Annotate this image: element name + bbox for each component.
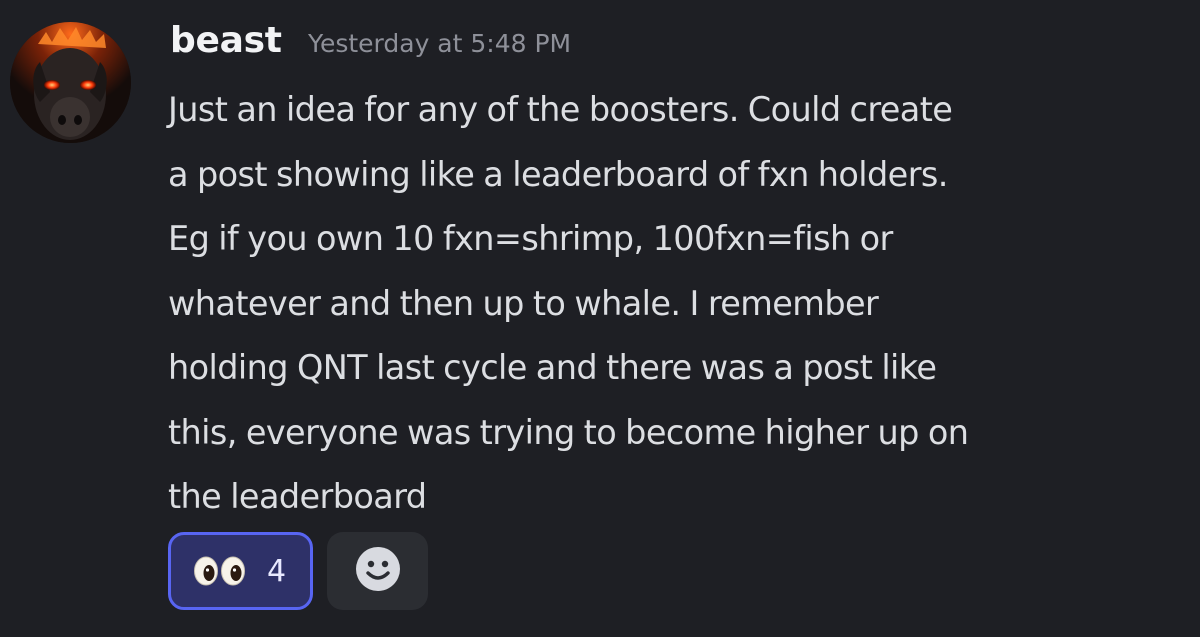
avatar[interactable] <box>10 22 131 143</box>
smiley-face-icon <box>354 545 402 597</box>
message-line: this, everyone was trying to become high… <box>168 412 969 452</box>
chat-message: beast Yesterday at 5:48 PM Just an idea … <box>0 0 1200 637</box>
add-reaction-button[interactable] <box>327 532 428 610</box>
message-line: holding QNT last cycle and there was a p… <box>168 348 937 387</box>
eyes-icon <box>193 556 247 586</box>
message-content: Just an idea for any of the boosters. Co… <box>168 78 1178 530</box>
reaction-eyes-button[interactable]: 4 <box>168 532 313 610</box>
reaction-count: 4 <box>267 553 287 589</box>
message-line: Eg if you own 10 fxn=shrimp, 100fxn=fish… <box>168 219 893 258</box>
message-timestamp: Yesterday at 5:48 PM <box>308 29 572 58</box>
message-line: Just an idea for any of the boosters. Co… <box>168 90 953 129</box>
message-line: the leaderboard <box>168 477 427 516</box>
author-name[interactable]: beast <box>170 16 282 66</box>
message-line: whatever and then up to whale. I remembe… <box>168 283 879 323</box>
avatar-image <box>10 22 131 143</box>
message-line: a post showing like a leaderboard of fxn… <box>168 154 948 194</box>
